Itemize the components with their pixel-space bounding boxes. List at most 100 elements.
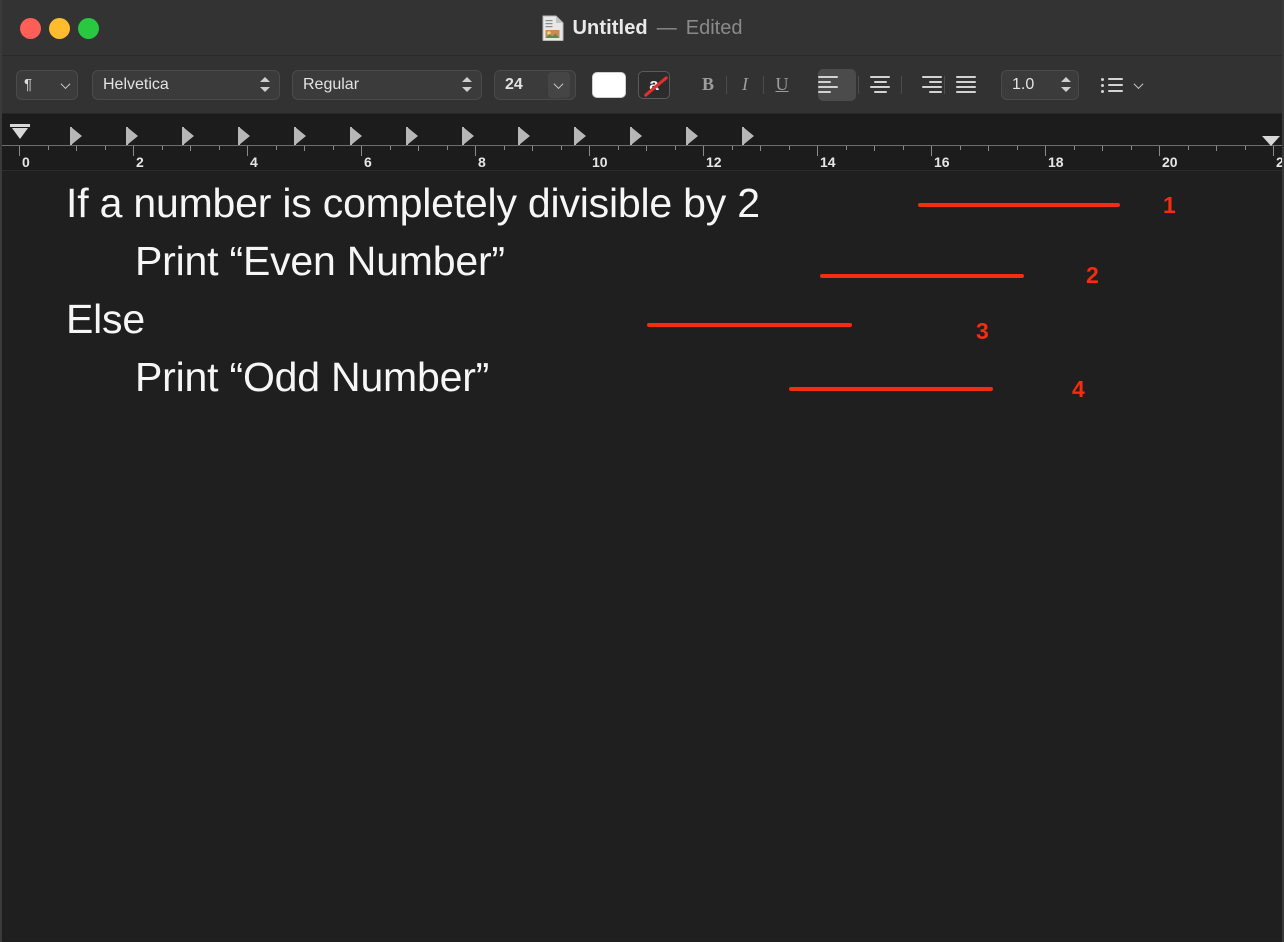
document-line-1[interactable]: If a number is completely divisible by 2 — [66, 183, 760, 224]
ruler-tick — [846, 146, 847, 150]
annotation-underline-4 — [789, 387, 993, 391]
ruler-tick — [1074, 146, 1075, 150]
font-size-chevron-button[interactable] — [548, 72, 570, 98]
ruler-number-label: 10 — [592, 155, 608, 169]
ruler-tick — [19, 146, 20, 156]
bold-button[interactable]: B — [690, 70, 726, 100]
ruler-tick — [162, 146, 163, 150]
ruler-tick — [219, 146, 220, 150]
tab-stop-marker[interactable] — [743, 127, 754, 145]
left-indent-marker[interactable] — [10, 124, 30, 139]
ruler-number-label: 4 — [250, 155, 258, 169]
ruler-tick — [618, 146, 619, 150]
ruler-tick — [561, 146, 562, 150]
tab-stop-marker[interactable] — [687, 127, 698, 145]
bulleted-list-icon[interactable] — [1101, 77, 1123, 93]
tab-stop-marker[interactable] — [575, 127, 586, 145]
ruler-tick — [333, 146, 334, 150]
ruler-number-label: 18 — [1048, 155, 1064, 169]
ruler-tick — [1273, 146, 1274, 156]
tab-stop-marker[interactable] — [295, 127, 306, 145]
italic-button[interactable]: I — [727, 70, 763, 100]
font-size-value: 24 — [505, 76, 523, 94]
ruler-number-label: 14 — [820, 155, 836, 169]
align-left-button[interactable] — [818, 69, 856, 101]
font-size-select[interactable]: 24 — [494, 70, 576, 100]
tab-stop-marker[interactable] — [519, 127, 530, 145]
window-title: Untitled — [573, 17, 648, 40]
ruler-tick — [960, 146, 961, 150]
close-window-button[interactable] — [20, 18, 41, 39]
ruler-tick — [1159, 146, 1160, 156]
ruler-number-label: 12 — [706, 155, 722, 169]
tab-stop-marker[interactable] — [239, 127, 250, 145]
alignment-group — [818, 69, 985, 101]
ruler-tick — [304, 146, 305, 151]
ruler-tick — [589, 146, 590, 156]
ruler-tick — [1188, 146, 1189, 150]
divider — [944, 76, 945, 94]
ruler-tick — [874, 146, 875, 151]
document-line-4[interactable]: Print “Odd Number” — [135, 357, 489, 398]
up-down-stepper-icon — [462, 76, 473, 93]
align-center-button[interactable] — [861, 69, 899, 101]
tab-stop-marker[interactable] — [631, 127, 642, 145]
chevron-down-icon[interactable] — [1135, 82, 1144, 88]
ruler-tick — [1216, 146, 1217, 151]
ruler-tick — [903, 146, 904, 150]
ruler-number-label: 22 — [1276, 155, 1282, 169]
annotation-number-1: 1 — [1163, 194, 1176, 217]
ruler-tick — [1045, 146, 1046, 156]
ruler-number-label: 20 — [1162, 155, 1178, 169]
paragraph-style-popup[interactable]: ¶ — [16, 70, 78, 100]
list-controls — [1101, 77, 1144, 93]
ruler-tick — [48, 146, 49, 150]
minimize-window-button[interactable] — [49, 18, 70, 39]
ruler-tick — [447, 146, 448, 150]
align-justify-button[interactable] — [947, 69, 985, 101]
title-separator: — — [657, 17, 677, 40]
line-spacing-select[interactable]: 1.0 — [1001, 70, 1079, 100]
right-indent-marker[interactable] — [1262, 136, 1280, 146]
annotation-number-2: 2 — [1086, 264, 1099, 287]
tab-stop-marker[interactable] — [463, 127, 474, 145]
ruler-tick — [532, 146, 533, 151]
ruler-tick — [675, 146, 676, 150]
highlight-color-button[interactable]: a — [638, 71, 670, 99]
ruler-baseline — [2, 145, 1282, 146]
tab-stop-marker[interactable] — [351, 127, 362, 145]
font-style-select[interactable]: Regular — [292, 70, 482, 100]
ruler-tick — [133, 146, 134, 156]
font-family-select[interactable]: Helvetica — [92, 70, 280, 100]
document-text-area[interactable]: If a number is completely divisible by 2… — [2, 171, 1282, 941]
pilcrow-icon: ¶ — [24, 77, 32, 92]
textedit-window: Untitled — Edited ¶ Helvetica Regular 24… — [0, 0, 1284, 942]
document-line-3[interactable]: Else — [66, 299, 145, 340]
annotation-number-4: 4 — [1072, 378, 1085, 401]
text-color-swatch[interactable] — [592, 72, 626, 98]
document-ruler[interactable]: 0246810121416182022 — [2, 114, 1282, 171]
tab-stop-marker[interactable] — [127, 127, 138, 145]
maximize-window-button[interactable] — [78, 18, 99, 39]
document-icon — [542, 15, 564, 41]
document-line-2[interactable]: Print “Even Number” — [135, 241, 505, 282]
underline-button[interactable]: U — [764, 70, 800, 100]
tab-stop-marker[interactable] — [71, 127, 82, 145]
divider — [858, 76, 859, 94]
ruler-tick — [988, 146, 989, 151]
ruler-tick — [703, 146, 704, 156]
chevron-down-icon — [62, 82, 71, 88]
window-titlebar: Untitled — Edited — [2, 0, 1282, 56]
ruler-number-label: 6 — [364, 155, 372, 169]
chevron-down-icon — [555, 82, 564, 88]
window-title-group: Untitled — Edited — [2, 0, 1282, 56]
up-down-stepper-icon — [260, 76, 271, 93]
tab-stop-marker[interactable] — [183, 127, 194, 145]
ruler-tick — [361, 146, 362, 156]
edited-status: Edited — [686, 17, 743, 40]
tab-stop-marker[interactable] — [407, 127, 418, 145]
ruler-tick — [475, 146, 476, 156]
align-right-button[interactable] — [904, 69, 942, 101]
ruler-number-label: 16 — [934, 155, 950, 169]
formatting-toolbar: ¶ Helvetica Regular 24 a B I U — [2, 56, 1282, 114]
